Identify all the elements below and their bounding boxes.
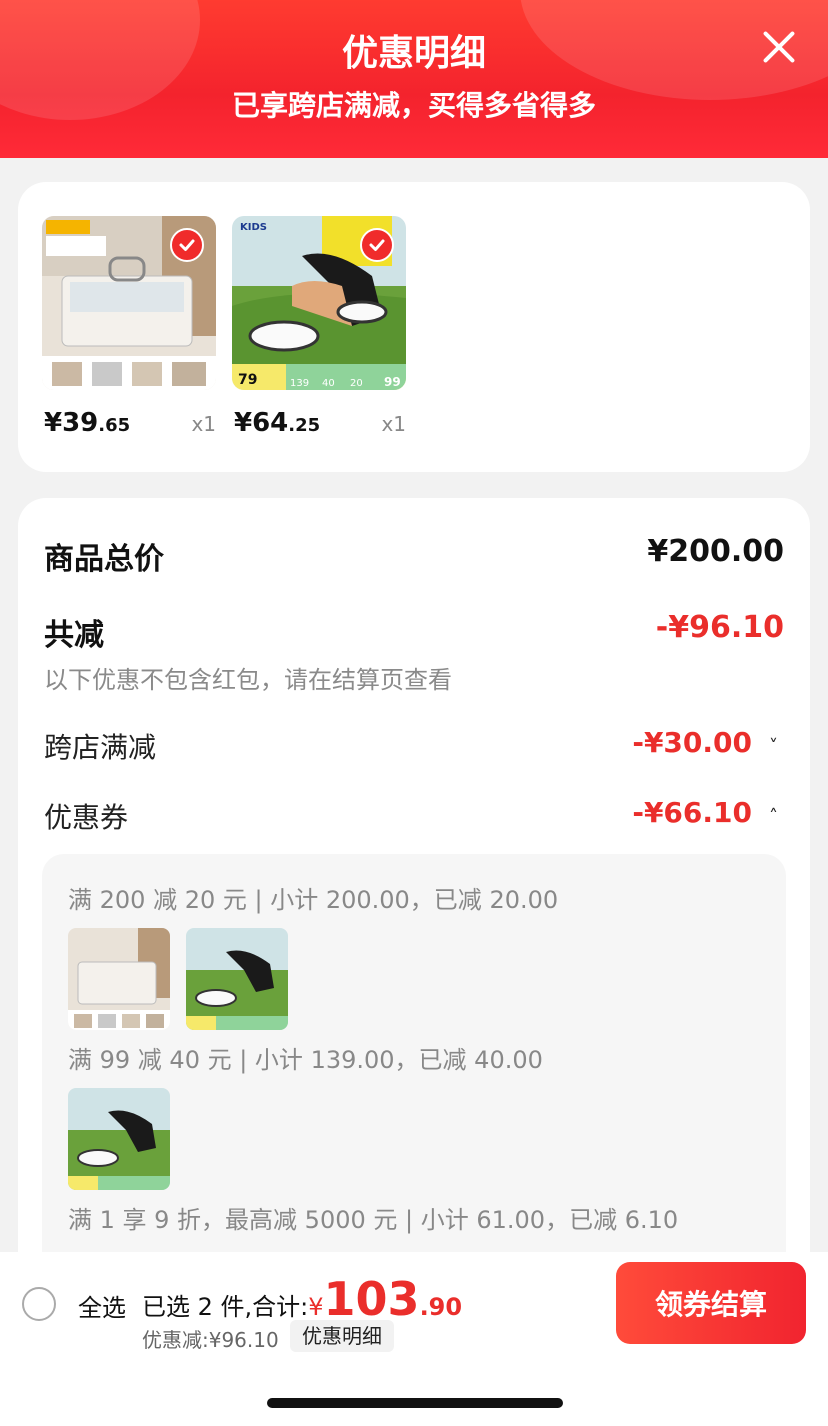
svg-text:40: 40 xyxy=(322,378,335,389)
page-subtitle: 已享跨店满减，买得多省得多 xyxy=(231,89,596,122)
total-reduce-label: 共减 xyxy=(44,618,104,653)
total-reduce-value: -¥96.10 xyxy=(655,610,784,645)
product-price: ¥64.25 xyxy=(234,408,321,438)
cross-store-label: 跨店满减 xyxy=(44,731,157,764)
total-price-row: 商品总价 ¥200.00 xyxy=(44,534,784,577)
svg-text:99: 99 xyxy=(384,375,401,389)
red-packet-note: 以下优惠不包含红包，请在结算页查看 xyxy=(44,666,452,694)
coupon-row[interactable]: 优惠券 -¥66.10 ˄ xyxy=(44,796,784,836)
total-amount: 103 xyxy=(323,1272,420,1326)
coupon-product-thumb xyxy=(68,1088,170,1190)
product-price: ¥39.65 xyxy=(44,408,131,438)
chevron-up-icon: ˄ xyxy=(769,806,778,827)
coupon-label: 优惠券 xyxy=(44,801,129,834)
checkout-button[interactable]: 领券结算 xyxy=(616,1262,806,1344)
badge-price: 79 xyxy=(238,372,257,388)
svg-text:20: 20 xyxy=(350,378,363,389)
home-indicator[interactable] xyxy=(267,1398,563,1408)
select-all-label[interactable]: 全选 xyxy=(78,1288,126,1323)
coupon-line: 满 1 享 9 折，最高减 5000 元 | 小计 61.00，已减 6.10 xyxy=(68,1206,679,1234)
product-item[interactable]: ¥39.65 x1 xyxy=(42,216,216,450)
coupon-line: 满 200 减 20 元 | 小计 200.00，已减 20.00 xyxy=(68,886,559,914)
close-icon[interactable] xyxy=(758,26,800,68)
product-image-kids-shoes: KIDS 79 139 40 20 99 xyxy=(232,216,406,390)
coupon-line: 满 99 减 40 元 | 小计 139.00，已减 40.00 xyxy=(68,1046,543,1074)
cross-store-row[interactable]: 跨店满减 -¥30.00 ˅ xyxy=(44,726,784,766)
product-image-storage-box xyxy=(42,216,216,390)
coupon-value: -¥66.10 xyxy=(632,796,752,829)
selected-count: 已选 2 件,合计: xyxy=(142,1293,309,1321)
product-item[interactable]: KIDS 79 139 40 20 99 ¥64.25 x1 xyxy=(232,216,406,450)
svg-text:KIDS: KIDS xyxy=(240,222,267,233)
select-all-radio[interactable] xyxy=(22,1287,56,1321)
svg-text:139: 139 xyxy=(290,378,309,389)
total-reduce-row: 共减 -¥96.10 xyxy=(44,610,784,653)
page-title: 优惠明细 xyxy=(341,33,486,74)
discount-amount: 优惠减:¥96.10 xyxy=(142,1328,279,1352)
cross-store-value: -¥30.00 xyxy=(632,726,752,759)
total-price-value: ¥200.00 xyxy=(647,534,784,569)
total-price-label: 商品总价 xyxy=(44,542,164,577)
chevron-down-icon: ˅ xyxy=(769,736,778,757)
product-quantity: x1 xyxy=(381,412,406,436)
checked-icon[interactable] xyxy=(360,228,394,262)
coupon-product-thumb xyxy=(186,928,288,1030)
coupon-product-thumb xyxy=(68,928,170,1030)
checked-icon[interactable] xyxy=(170,228,204,262)
total-summary: 已选 2 件,合计:¥103.90 xyxy=(142,1272,462,1326)
product-quantity: x1 xyxy=(191,412,216,436)
currency-symbol: ¥ xyxy=(308,1293,324,1321)
discount-header: 优惠明细 已享跨店满减，买得多省得多 xyxy=(0,0,828,158)
total-amount-decimal: .90 xyxy=(419,1293,463,1321)
selected-products-card: ¥39.65 x1 KIDS 79 139 40 20 99 ¥64.25 x1 xyxy=(18,182,810,472)
discount-detail-button[interactable]: 优惠明细 xyxy=(290,1320,394,1352)
